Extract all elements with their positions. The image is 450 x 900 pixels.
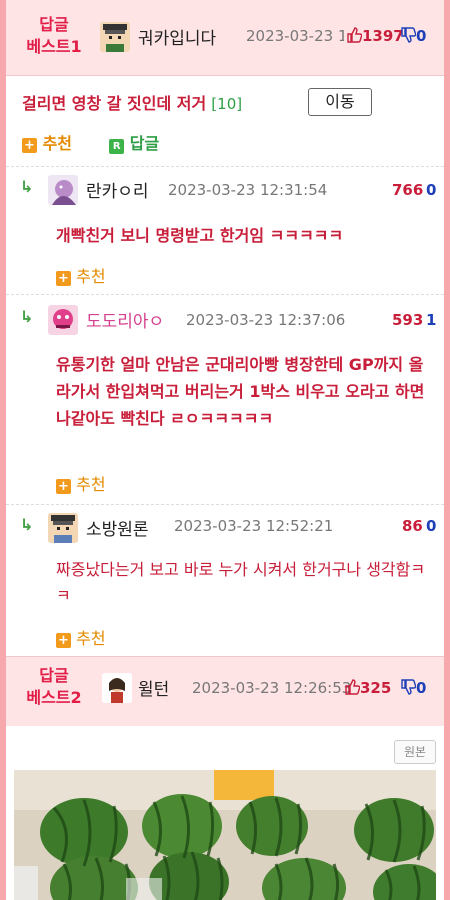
author-nick[interactable]: 궈카입니다 [138,24,216,49]
comment-item: ↳ 도도리아ㅇ 2023-03-23 12:37:06 593 1 유통기한 얼… [6,294,444,504]
avatar[interactable] [48,175,78,205]
best-reply-header-2: 답글 베스트2 윌턴 2023-03-23 12:26:53 325 0 [6,656,444,728]
comment-count: [10] [211,95,243,113]
comment-text: 개빡친거 보니 명령받고 한거임 ㅋㅋㅋㅋㅋ [56,226,344,245]
plus-icon: + [56,479,71,494]
attached-photo-watermelons[interactable] [14,770,436,900]
comment-date: 2023-03-23 12:31:54 [168,181,328,199]
reply-badge-icon: R [109,139,125,154]
best-tag-line2: 베스트2 [26,688,82,707]
thumbs-up-icon [345,679,360,695]
downvote-value: 0 [416,27,427,45]
post-title[interactable]: 걸리면 영창 갈 짓인데 저거 [22,94,206,113]
page-frame: 답글 베스트1 궈카입니다 2023-03-23 10:51:47 1397 0… [6,0,444,900]
avatar[interactable] [48,513,78,543]
best-tag-line1: 답글 [39,15,69,34]
comment-item: ↳ 소방원론 2023-03-23 12:52:21 86 0 짜증났다는거 보… [6,504,444,656]
author-nick[interactable]: 도도리아ㅇ [86,307,164,332]
best-tag-line1: 답글 [39,666,69,685]
move-button[interactable]: 이동 [308,88,372,116]
avatar[interactable] [48,305,78,335]
downvote-count[interactable]: 1 [426,311,436,329]
reply-arrow-icon: ↳ [20,177,34,196]
recommend-label: 추천 [76,267,106,286]
upvote-value: 1397 [362,27,404,45]
recommend-button[interactable]: + 추천 [56,625,106,649]
recommend-button[interactable]: + 추천 [22,134,78,153]
comment-item: ↳ 란카ㅇ리 2023-03-23 12:31:54 766 0 개빡친거 보니… [6,166,444,294]
upvote-count[interactable]: 593 [392,311,423,329]
upvote-value: 325 [360,679,392,697]
downvote-count[interactable]: 0 [400,679,426,697]
author-nick[interactable]: 소방원론 [86,515,149,540]
author-nick[interactable]: 란카ㅇ리 [86,177,149,202]
thumbs-up-icon [347,27,362,43]
downvote-count[interactable]: 0 [400,27,426,45]
reply-button[interactable]: R 답글 [109,134,160,154]
recommend-label: 추천 [42,134,73,153]
reply-arrow-icon: ↳ [20,307,34,326]
reply-arrow-icon: ↳ [20,515,34,534]
thumbs-down-icon [401,679,416,695]
best-reply-header-1: 답글 베스트1 궈카입니다 2023-03-23 10:51:47 1397 0 [6,0,444,76]
best-reply-tag-2: 답글 베스트2 [18,665,90,709]
downvote-value: 0 [416,679,427,697]
post-actions: + 추천 R 답글 [22,130,159,154]
author-nick[interactable]: 윌턴 [138,675,169,700]
avatar[interactable] [102,673,132,703]
original-image-button[interactable]: 원본 [394,740,436,764]
recommend-button[interactable]: + 추천 [56,263,106,287]
upvote-count[interactable]: 325 [344,679,391,697]
attachment-area: 원본 [6,726,444,900]
comment-text: 짜증났다는거 보고 바로 누가 시켜서 한거구나 생각함ㅋㅋ [56,560,426,605]
downvote-count[interactable]: 0 [426,517,436,535]
recommend-label: 추천 [76,629,106,648]
comment-date: 2023-03-23 12:37:06 [186,311,346,329]
comment-text: 유통기한 얼마 안남은 군대리아빵 병장한테 GP까지 올라가서 한입쳐먹고 버… [56,355,425,428]
avatar[interactable] [100,22,130,52]
best-tag-line2: 베스트1 [26,37,82,56]
comment-date: 2023-03-23 12:52:21 [174,517,334,535]
best-reply-tag-1: 답글 베스트1 [18,14,90,58]
plus-icon: + [56,271,71,286]
upvote-count[interactable]: 86 [402,517,423,535]
thumbs-down-icon [401,27,416,43]
upvote-count[interactable]: 1397 [344,27,404,45]
plus-icon: + [56,633,71,648]
upvote-count[interactable]: 766 [392,181,423,199]
recommend-label: 추천 [76,475,106,494]
recommend-button[interactable]: + 추천 [56,471,106,495]
plus-icon: + [22,138,37,153]
post-date: 2023-03-23 12:26:53 [192,679,352,697]
reply-label: 답글 [129,134,160,153]
downvote-count[interactable]: 0 [426,181,436,199]
